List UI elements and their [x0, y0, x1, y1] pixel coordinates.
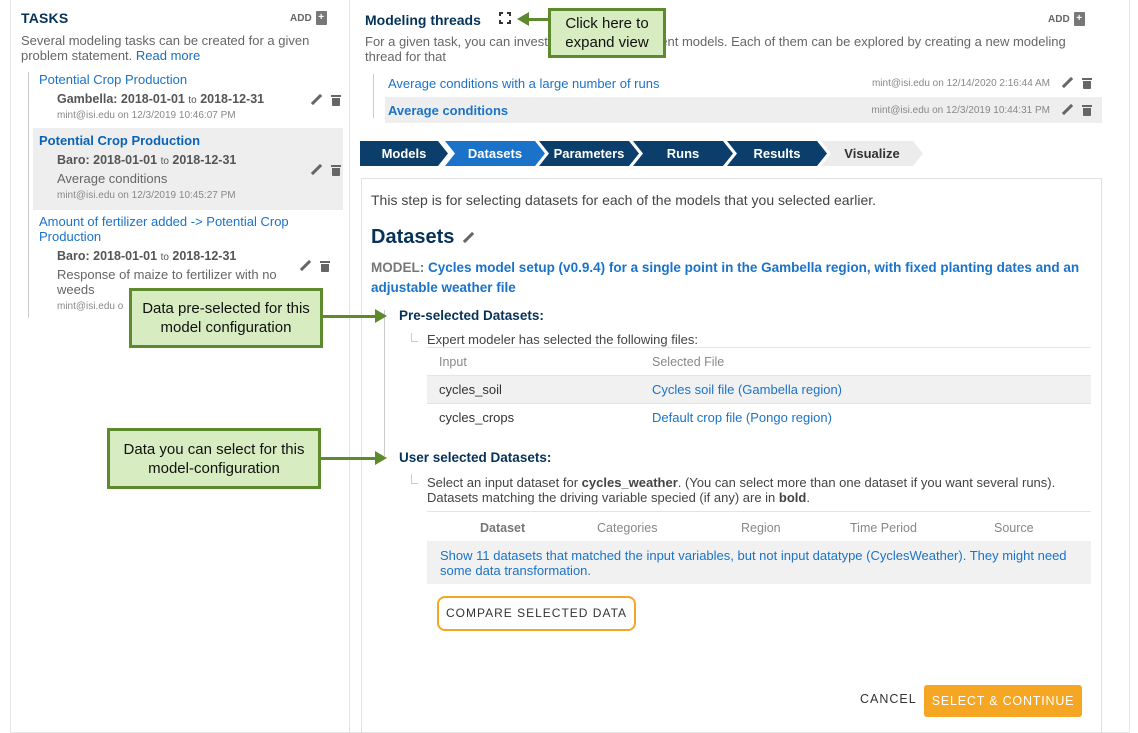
table-row: cycles_crops Default crop file (Pongo re…	[427, 403, 1091, 431]
delete-icon[interactable]	[1082, 104, 1092, 116]
column-header[interactable]: Region	[741, 521, 781, 535]
callout-arrow	[323, 309, 387, 323]
step-intro: This step is for selecting datasets for …	[371, 192, 877, 208]
thread-meta: mint@isi.edu on 12/14/2020 2:16:44 AM	[871, 77, 1050, 89]
tasks-description: Several modeling tasks can be created fo…	[21, 33, 341, 63]
sections-tree-line	[384, 310, 385, 456]
datasets-title: Datasets	[371, 226, 455, 248]
preselected-heading: Pre-selected Datasets:	[399, 308, 544, 323]
task-meta: mint@isi.edu on 12/3/2019 10:45:27 PM	[57, 190, 236, 201]
select-continue-button[interactable]: SELECT & CONTINUE	[924, 685, 1082, 717]
task-date-range: Gambella: 2018-01-01 to 2018-12-31	[57, 92, 265, 106]
threads-title: Modeling threads	[365, 12, 481, 28]
expand-icon[interactable]	[499, 12, 511, 24]
user-selected-heading: User selected Datasets:	[399, 450, 552, 465]
task-actions	[310, 94, 341, 106]
column-header: Selected File	[652, 355, 725, 369]
delete-icon[interactable]	[331, 94, 341, 106]
thread-title[interactable]: Average conditions	[388, 103, 508, 118]
column-header: Input	[439, 355, 467, 369]
edit-icon[interactable]	[1061, 104, 1073, 116]
page-title: Datasets	[371, 226, 474, 249]
preselected-table: Input Selected File cycles_soil Cycles s…	[427, 347, 1091, 431]
tree-connector	[411, 341, 418, 342]
tree-connector	[411, 474, 412, 483]
thread-title[interactable]: Average conditions with a large number o…	[388, 76, 659, 91]
cancel-button[interactable]: CANCEL	[855, 690, 922, 708]
edit-icon[interactable]	[310, 94, 322, 106]
step-runs[interactable]: Runs	[633, 141, 733, 166]
edit-icon[interactable]	[462, 232, 474, 244]
edit-icon[interactable]	[310, 164, 322, 176]
add-thread-button[interactable]: ADD	[1048, 12, 1085, 26]
user-selected-text: Select an input dataset for cycles_weath…	[427, 475, 1056, 505]
add-file-icon	[315, 11, 327, 25]
compare-selected-button[interactable]: COMPARE SELECTED DATA	[437, 596, 636, 631]
step-datasets[interactable]: Datasets	[445, 141, 545, 166]
task-actions	[310, 164, 341, 176]
input-name: cycles_soil	[439, 382, 502, 397]
show-more-datasets-link[interactable]: Show 11 datasets that matched the input …	[427, 541, 1091, 584]
tasks-tree-line	[28, 72, 29, 318]
column-header[interactable]: Categories	[597, 521, 657, 535]
table-row: cycles_soil Cycles soil file (Gambella r…	[427, 375, 1091, 403]
column-header[interactable]: Dataset	[480, 521, 525, 535]
model-label: MODEL:	[371, 260, 425, 275]
edit-icon[interactable]	[1061, 77, 1073, 89]
task-subtitle: Average conditions	[57, 171, 168, 186]
thread-actions	[1061, 77, 1092, 89]
input-name: cycles_crops	[439, 410, 515, 425]
task-item-selected[interactable]: Potential Crop Production Baro: 2018-01-…	[39, 133, 347, 201]
table-header-row: Input Selected File	[427, 347, 1091, 375]
thread-item[interactable]: Average conditions with a large number o…	[385, 70, 1102, 96]
callout-arrow	[321, 451, 387, 465]
delete-icon[interactable]	[320, 260, 330, 272]
threads-tree-line	[373, 74, 374, 118]
add-file-icon	[1073, 12, 1085, 26]
thread-meta: mint@isi.edu on 12/3/2019 10:44:31 PM	[871, 104, 1050, 116]
user-callout: Data you can select for this model-confi…	[107, 428, 321, 489]
add-label: ADD	[1048, 13, 1070, 25]
model-name[interactable]: Cycles model setup (v0.9.4) for a single…	[371, 260, 1079, 295]
edit-icon[interactable]	[299, 260, 311, 272]
read-more-link[interactable]: Read more	[136, 48, 200, 63]
task-meta: mint@isi.edu on 12/3/2019 10:46:07 PM	[57, 110, 236, 121]
task-actions	[299, 260, 330, 272]
selected-file-link[interactable]: Default crop file (Pongo region)	[652, 404, 832, 432]
column-header[interactable]: Time Period	[850, 521, 917, 535]
threads-description: For a given task, you can investi condit…	[365, 34, 1066, 64]
task-title[interactable]: Amount of fertilizer added -> Potential …	[39, 214, 289, 244]
datasets-table-header: Dataset Categories Region Time Period So…	[427, 511, 1091, 541]
tree-connector	[411, 333, 412, 341]
tree-connector	[411, 483, 418, 484]
task-date-range: Baro: 2018-01-01 to 2018-12-31	[57, 153, 237, 167]
thread-item-selected[interactable]: Average conditions mint@isi.edu on 12/3/…	[385, 97, 1102, 123]
step-models[interactable]: Models	[360, 141, 448, 166]
delete-icon[interactable]	[331, 164, 341, 176]
step-results[interactable]: Results	[727, 141, 827, 166]
model-description: MODEL: Cycles model setup (v0.9.4) for a…	[371, 258, 1091, 298]
selected-file-link[interactable]: Cycles soil file (Gambella region)	[652, 376, 842, 404]
preselected-text: Expert modeler has selected the followin…	[427, 332, 698, 347]
add-task-button[interactable]: ADD	[290, 11, 327, 25]
thread-actions	[1061, 104, 1092, 116]
preselected-callout: Data pre-selected for this model configu…	[129, 288, 323, 348]
delete-icon[interactable]	[1082, 77, 1092, 89]
expand-callout: Click here to expand view	[548, 8, 666, 58]
task-title[interactable]: Potential Crop Production	[39, 133, 347, 148]
step-parameters[interactable]: Parameters	[539, 141, 639, 166]
tasks-title: TASKS	[21, 10, 69, 26]
task-title[interactable]: Potential Crop Production	[39, 72, 347, 87]
task-date-range: Baro: 2018-01-01 to 2018-12-31	[57, 249, 237, 263]
add-label: ADD	[290, 12, 312, 24]
task-item[interactable]: Potential Crop Production Gambella: 2018…	[39, 72, 347, 121]
column-header[interactable]: Source	[994, 521, 1034, 535]
step-visualize[interactable]: Visualize	[821, 141, 923, 166]
